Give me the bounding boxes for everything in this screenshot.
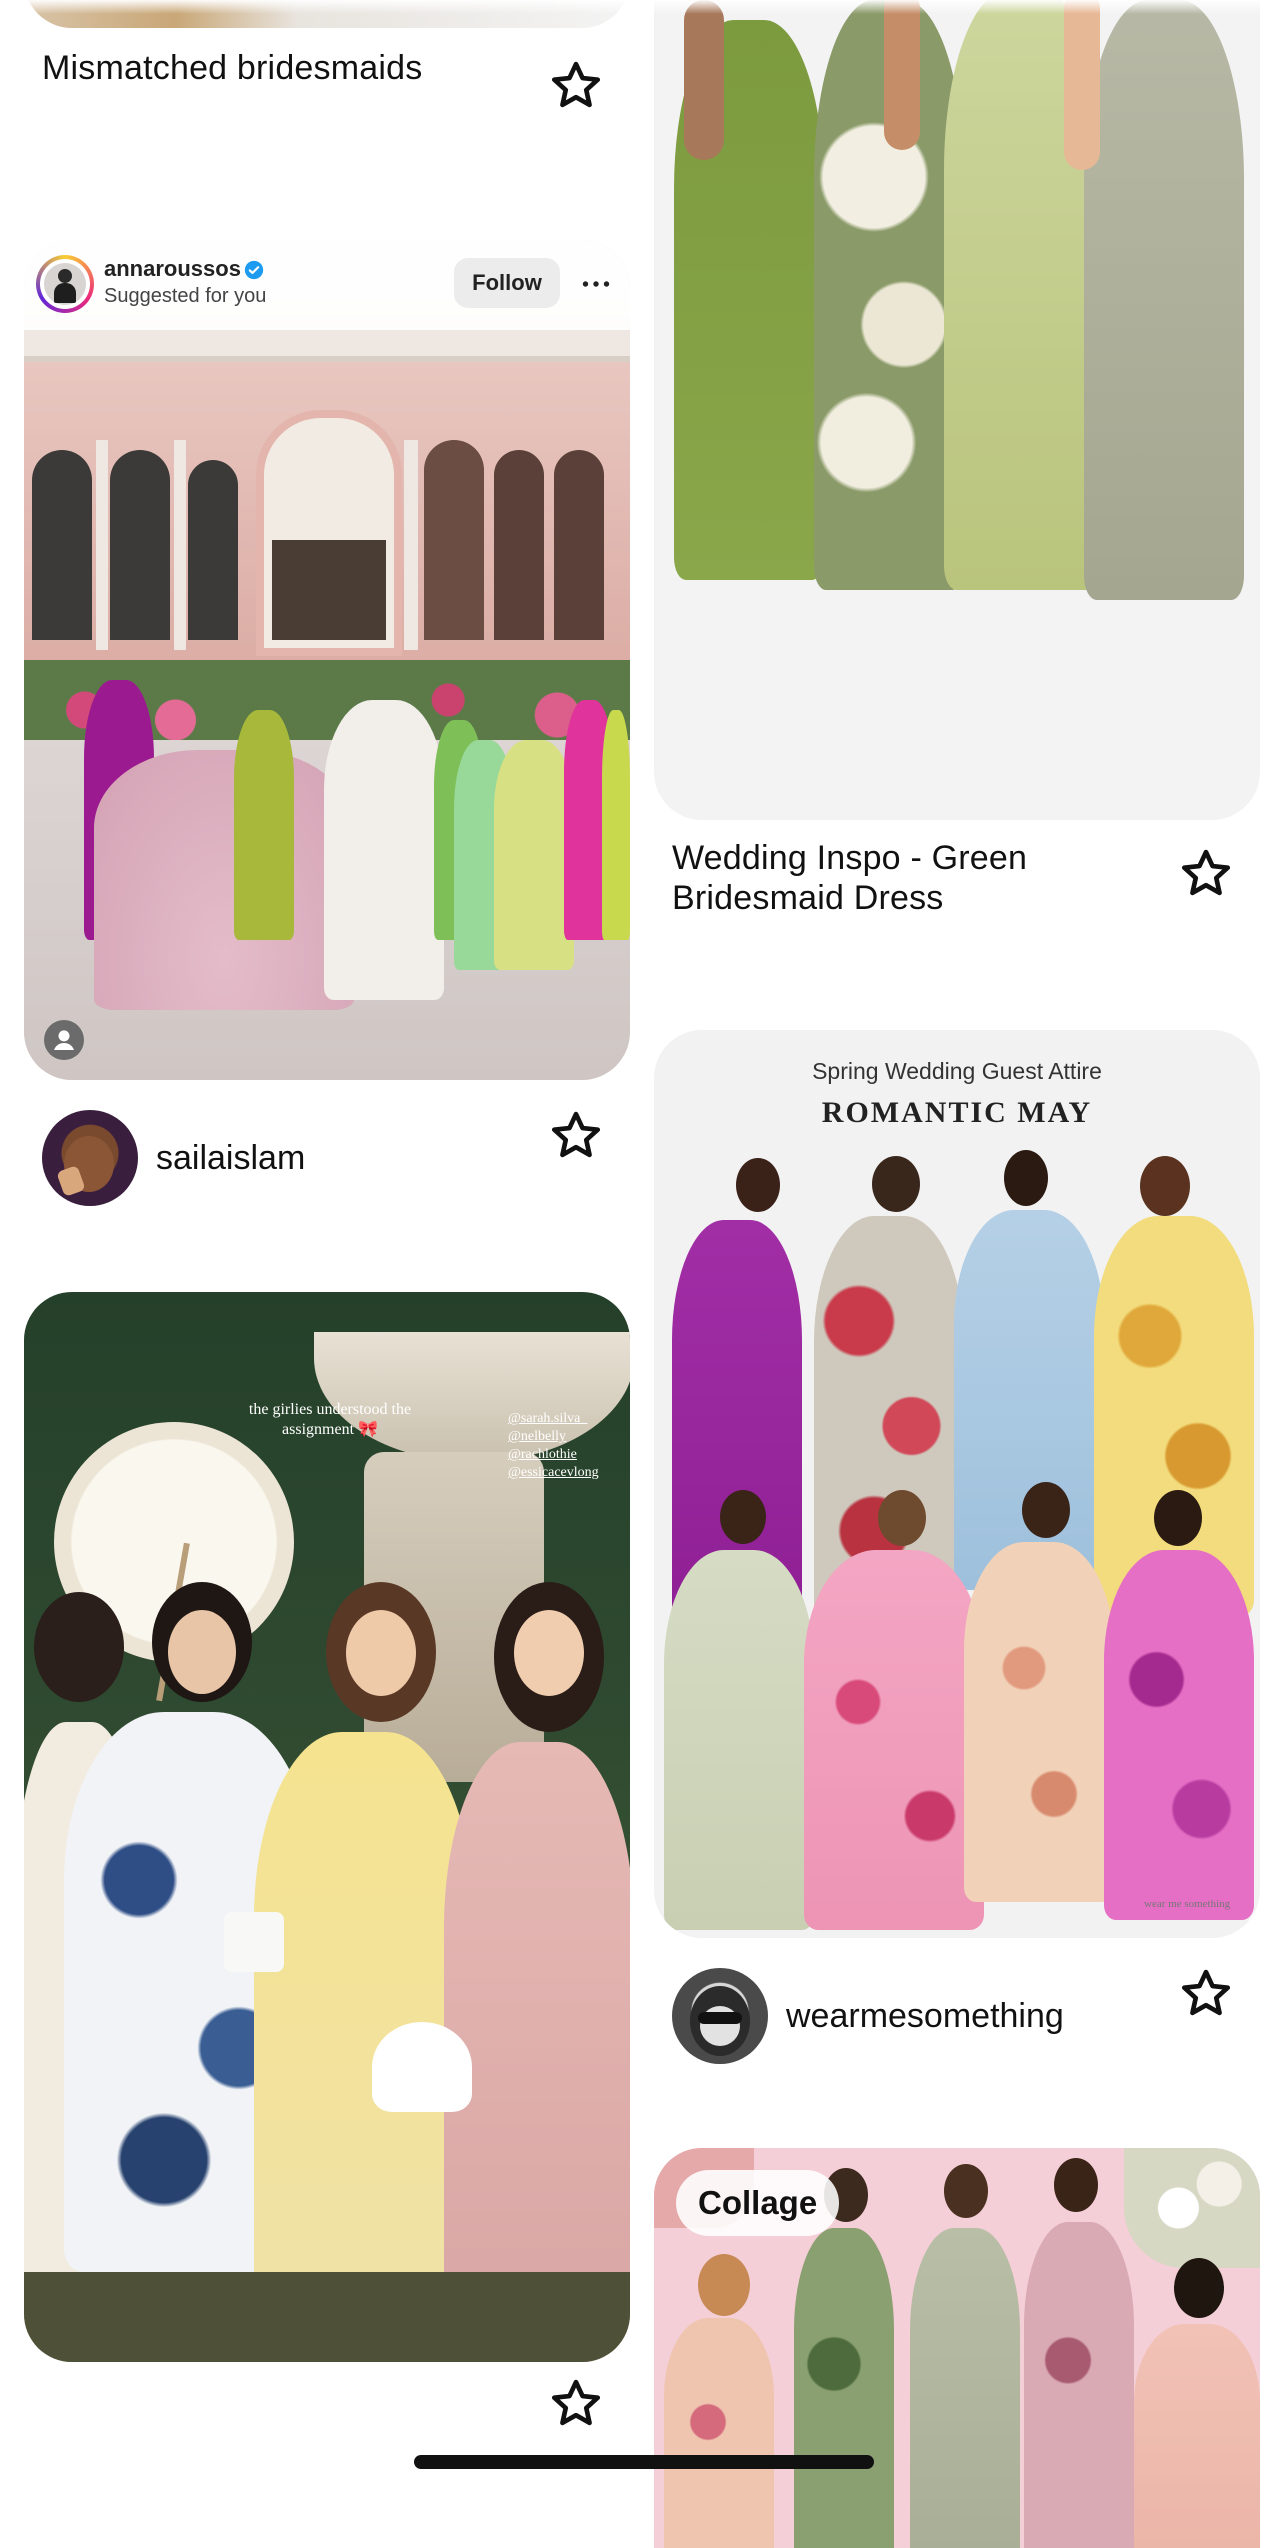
pin-title[interactable]: Mismatched bridesmaids [42, 48, 422, 88]
verified-badge-icon [244, 260, 264, 280]
person-badge-icon[interactable] [44, 1020, 84, 1060]
collage-title: ROMANTIC MAY [821, 1096, 1093, 1129]
creator-name[interactable]: annaroussos [104, 256, 241, 282]
collage-badge[interactable]: Collage [676, 2170, 840, 2236]
save-star-icon[interactable] [1178, 1966, 1234, 2022]
creator-avatar[interactable] [36, 255, 94, 313]
watermark: wear me something [1144, 1898, 1231, 1910]
save-star-icon[interactable] [548, 2376, 604, 2432]
photo-tag: @sarah.silva_ [508, 1411, 588, 1426]
saver-username[interactable]: sailaislam [156, 1138, 305, 1178]
photo-tag: @nelbelly [508, 1429, 566, 1444]
follow-button[interactable]: Follow [454, 258, 560, 308]
dress-sage-ruffle [1084, 0, 1244, 600]
collage-header: Spring Wedding Guest Attire [812, 1058, 1102, 1084]
save-star-icon[interactable] [1178, 846, 1234, 902]
saver-avatar[interactable] [42, 1110, 138, 1206]
save-star-icon[interactable] [548, 58, 604, 114]
pin-title-line: Wedding Inspo - Green [672, 839, 1028, 877]
more-options-icon[interactable] [578, 266, 614, 302]
pin-image-green-dresses[interactable] [654, 0, 1260, 820]
pin-image-villa-wedding[interactable] [24, 240, 630, 1080]
saver-avatar[interactable] [672, 1968, 768, 2064]
pin-image-spring-guest-attire[interactable]: Spring Wedding Guest Attire ROMANTIC MAY… [654, 1030, 1260, 1938]
save-star-icon[interactable] [548, 1108, 604, 1164]
saver-username[interactable]: wearmesomething [786, 1996, 1064, 2036]
pin-title[interactable]: Wedding Inspo - Green Bridesmaid Dress [672, 838, 1027, 918]
suggested-label: Suggested for you [104, 285, 267, 307]
top-fade [0, 0, 1284, 14]
pin-title-line: Bridesmaid Dress [672, 879, 944, 917]
photo-caption: the girlies understood the assignment 🎀 [248, 1401, 412, 1438]
photo-tag: @rachlothie [508, 1447, 577, 1462]
photo-tags: @sarah.silva_ @nelbelly @rachlothie @ess… [508, 1410, 618, 1482]
home-indicator[interactable] [414, 2455, 874, 2469]
photo-tag: @essicacevlong [508, 1465, 599, 1480]
